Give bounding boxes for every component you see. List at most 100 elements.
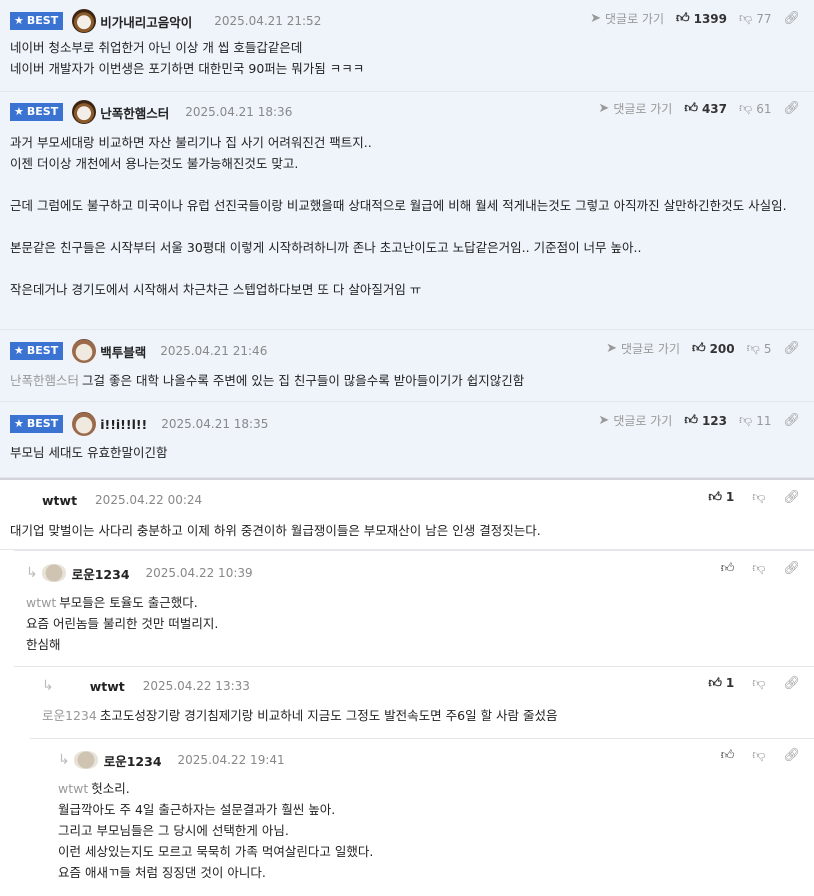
star-icon: ★: [14, 14, 24, 27]
link-icon: 🔗︎: [783, 101, 800, 116]
permalink-button[interactable]: 🔗︎: [783, 414, 800, 427]
author-nickname[interactable]: 로운1234: [72, 564, 130, 583]
downvote-button[interactable]: 👎︎ 61: [739, 102, 771, 116]
permalink-button[interactable]: 🔗︎: [783, 102, 800, 115]
best-comment: ★ BEST 비가내리고음악이 2025.04.21 21:52 ➤ 댓글로 가기 …: [0, 0, 814, 92]
mention-link[interactable]: 로운1234: [42, 708, 97, 723]
permalink-button[interactable]: 🔗︎: [783, 12, 800, 25]
permalink-button[interactable]: 🔗︎: [783, 491, 800, 504]
author-nickname[interactable]: 비가내리고음악이: [100, 12, 192, 31]
best-badge: ★ BEST: [10, 103, 64, 121]
link-icon: 🔗︎: [783, 11, 800, 26]
go-to-reply-link[interactable]: ➤ 댓글로 가기: [606, 340, 680, 357]
divider: [14, 550, 814, 551]
go-to-reply-link[interactable]: ➤ 댓글로 가기: [598, 100, 672, 117]
thumbs-up-icon: 👍︎: [691, 341, 706, 356]
upvote-button[interactable]: 👍︎ 200: [692, 342, 735, 356]
author-nickname[interactable]: wtwt: [90, 679, 125, 694]
avatar[interactable]: [73, 751, 98, 769]
best-badge: ★ BEST: [10, 12, 64, 30]
star-icon: ★: [14, 417, 24, 430]
comment-body: 부모님 세대도 유효한말이긴함: [10, 445, 168, 460]
thumbs-up-icon: 👍︎: [684, 101, 698, 116]
avatar[interactable]: [58, 674, 84, 698]
comment-body: wtwt 부모들은 토율도 출근했다. 요즘 어린놈들 불리한 것만 떠벌리지. …: [26, 595, 219, 652]
divider: [30, 738, 814, 739]
thumbs-up-icon: 👍︎: [708, 489, 722, 505]
best-badge: ★ BEST: [10, 342, 64, 360]
best-comment: ★ BEST i!!i!!l!! 2025.04.21 18:35 ➤ 댓글로 가기…: [0, 402, 814, 478]
comment-body: 네이버 청소부로 취업한거 아닌 이상 개 씹 호들갑같은데 네이버 개발자가 …: [10, 40, 365, 76]
upvote-button[interactable]: 👍︎: [721, 562, 735, 575]
upvote-button[interactable]: 👍︎ 437: [684, 102, 727, 116]
mention-link[interactable]: 난폭한햄스터: [10, 373, 79, 388]
thumbs-down-icon: 👎︎: [752, 748, 766, 763]
permalink-button[interactable]: 🔗︎: [783, 562, 800, 575]
reply-arrow-icon: ↳: [26, 565, 38, 581]
link-icon: 🔗︎: [783, 561, 800, 576]
comment-reply: ↳ wtwt 2025.04.22 13:33 👍︎ 1 👎︎ 🔗︎ 로운1234…: [0, 666, 814, 738]
comment-date: 2025.04.21 18:35: [161, 417, 269, 431]
thumbs-down-icon: 👎︎: [739, 101, 753, 116]
go-to-reply-link[interactable]: ➤ 댓글로 가기: [598, 412, 672, 429]
thumbs-down-icon: 👎︎: [739, 413, 753, 428]
thumbs-down-icon: 👎︎: [752, 675, 766, 691]
mention-link[interactable]: wtwt: [58, 781, 88, 796]
upvote-button[interactable]: 👍︎ 123: [684, 414, 727, 428]
thumbs-down-icon: 👎︎: [752, 489, 766, 505]
thumbs-down-icon: 👎︎: [746, 341, 760, 356]
author-nickname[interactable]: i!!i!!l!!: [100, 417, 147, 432]
upvote-button[interactable]: 👍︎ 1399: [676, 12, 727, 26]
upvote-button[interactable]: 👍︎ 1: [708, 490, 734, 504]
avatar[interactable]: [72, 339, 97, 363]
best-comment: ★ BEST 백투블랙 2025.04.21 21:46 ➤ 댓글로 가기 👍︎ 20…: [0, 330, 814, 402]
comment-body: wtwt 헛소리. 월급깍아도 주 4일 출근하자는 설문결과가 훨씬 높아. 그…: [58, 781, 374, 880]
permalink-button[interactable]: 🔗︎: [783, 749, 800, 762]
comment-date: 2025.04.21 18:36: [185, 105, 293, 119]
upvote-button[interactable]: 👍︎: [721, 749, 735, 762]
reply-arrow-icon: ↳: [58, 752, 70, 768]
thumbs-up-icon: 👍︎: [720, 748, 735, 763]
go-to-reply-link[interactable]: ➤ 댓글로 가기: [590, 10, 664, 27]
permalink-button[interactable]: 🔗︎: [783, 342, 800, 355]
comment-body: 난폭한햄스터 그걸 좋은 대학 나올수록 주변에 있는 집 친구들이 많을수록 받…: [10, 373, 525, 388]
comment-date: 2025.04.22 00:24: [95, 493, 203, 507]
link-icon: 🔗︎: [783, 748, 800, 763]
thumbs-up-icon: 👍︎: [684, 413, 698, 428]
comment-body: 과거 부모세대랑 비교하면 자산 불리기나 집 사기 어려워진건 팩트지.. 이…: [10, 135, 787, 297]
comment-date: 2025.04.21 21:46: [160, 344, 268, 358]
link-icon: 🔗︎: [783, 675, 800, 691]
author-nickname[interactable]: wtwt: [42, 493, 77, 508]
avatar[interactable]: [72, 9, 97, 33]
avatar[interactable]: [41, 564, 66, 582]
downvote-button[interactable]: 👎︎ 11: [739, 414, 771, 428]
best-comment: ★ BEST 난폭한햄스터 2025.04.21 18:36 ➤ 댓글로 가기 👍︎…: [0, 92, 814, 330]
downvote-button[interactable]: 👎︎: [752, 677, 765, 690]
permalink-button[interactable]: 🔗︎: [783, 677, 800, 690]
star-icon: ★: [14, 344, 24, 357]
comment-body: 대기업 맞벌이는 사다리 충분하고 이제 하위 중견이하 월급쟁이들은 부모재산…: [10, 523, 541, 538]
comment-reply: ↳ 로운1234 2025.04.22 10:39 👍︎ 👎︎ 🔗︎ wtwt 부…: [0, 550, 814, 666]
downvote-button[interactable]: 👎︎: [752, 749, 765, 762]
comment: wtwt 2025.04.22 00:24 👍︎ 1 👎︎ 🔗︎ 대기업 맞벌이는…: [0, 478, 814, 550]
divider: [14, 666, 814, 667]
comment-reply: ↳ 로운1234 2025.04.22 19:41 👍︎ 👎︎ 🔗︎ wtwt 헛…: [0, 738, 814, 896]
downvote-button[interactable]: 👎︎ 5: [747, 342, 772, 356]
author-nickname[interactable]: 난폭한햄스터: [100, 103, 169, 122]
comment-date: 2025.04.22 13:33: [142, 679, 250, 693]
link-icon: 🔗︎: [783, 341, 800, 356]
upvote-button[interactable]: 👍︎ 1: [708, 676, 734, 690]
comment-date: 2025.04.22 10:39: [145, 566, 253, 580]
author-nickname[interactable]: 백투블랙: [100, 342, 146, 361]
reply-arrow-icon: ↳: [42, 678, 54, 694]
avatar[interactable]: [10, 488, 36, 512]
mention-link[interactable]: wtwt: [26, 595, 56, 610]
avatar[interactable]: [72, 100, 97, 124]
downvote-button[interactable]: 👎︎: [752, 491, 765, 504]
downvote-button[interactable]: 👎︎: [752, 562, 765, 575]
send-icon: ➤: [606, 341, 617, 356]
author-nickname[interactable]: 로운1234: [104, 751, 162, 770]
avatar[interactable]: [72, 412, 97, 436]
downvote-button[interactable]: 👎︎ 77: [739, 12, 771, 26]
link-icon: 🔗︎: [783, 489, 800, 505]
